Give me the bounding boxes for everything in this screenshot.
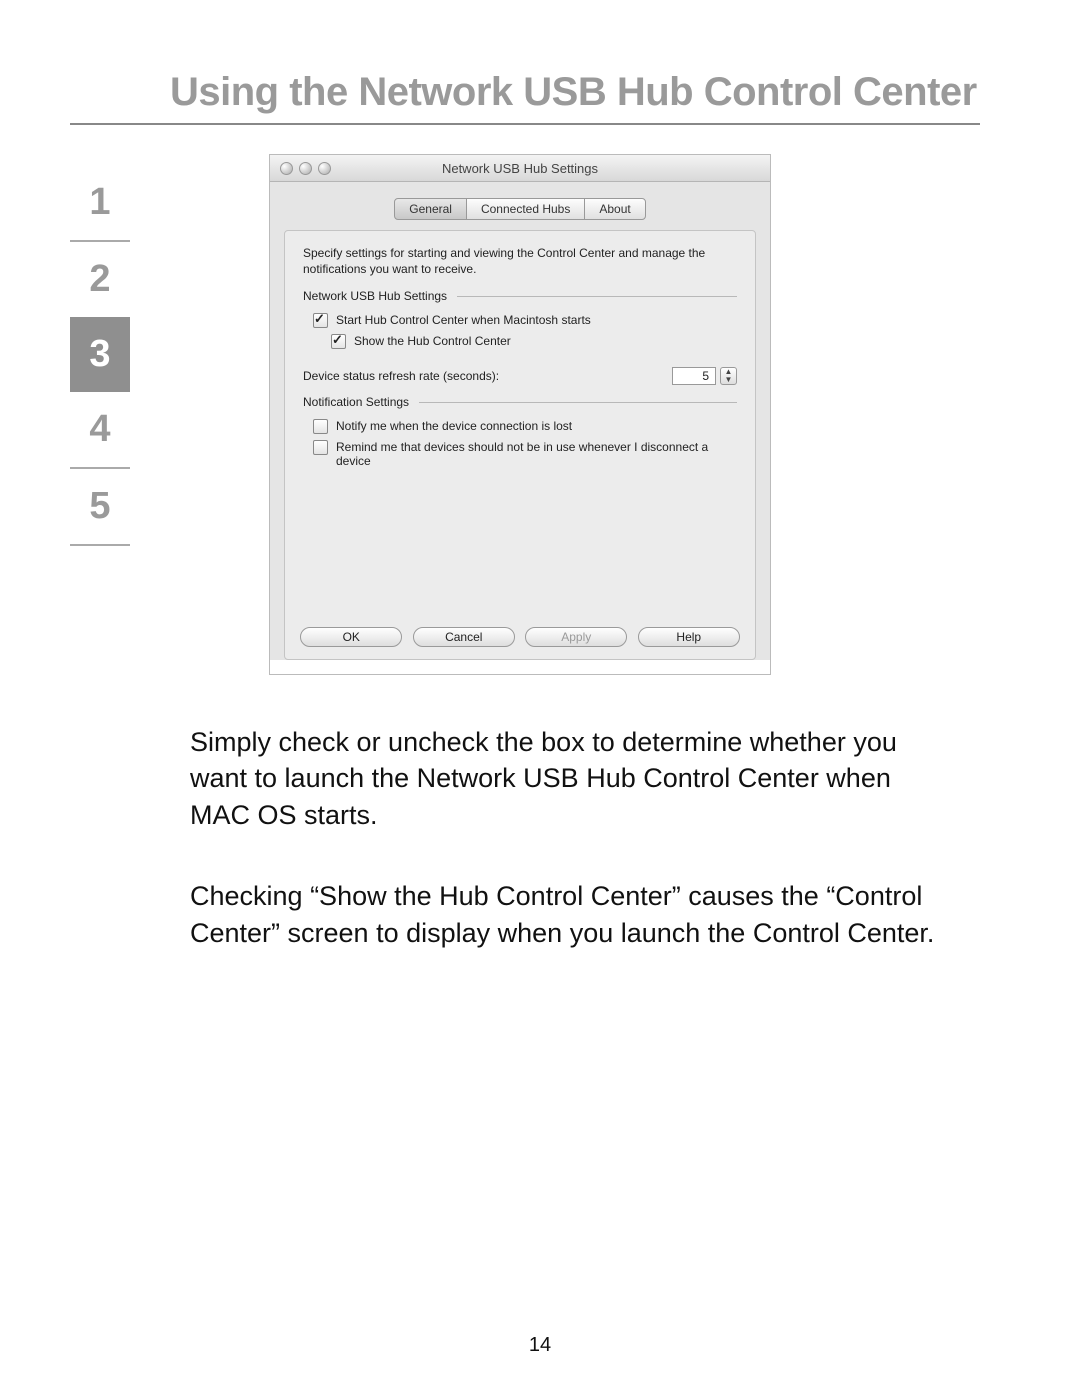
cancel-button[interactable]: Cancel bbox=[413, 627, 515, 647]
stepper-arrows[interactable]: ▲ ▼ bbox=[720, 367, 737, 385]
page-heading: Using the Network USB Hub Control Center bbox=[70, 70, 980, 125]
group-notification-label: Notification Settings bbox=[303, 395, 409, 409]
refresh-rate-label: Device status refresh rate (seconds): bbox=[303, 369, 499, 383]
window-title: Network USB Hub Settings bbox=[270, 161, 770, 176]
window-titlebar: Network USB Hub Settings bbox=[270, 155, 770, 182]
refresh-rate-value[interactable]: 5 bbox=[672, 367, 716, 385]
section-nav-item-3[interactable]: 3 bbox=[70, 317, 130, 392]
checkbox-start-on-login[interactable] bbox=[313, 313, 328, 328]
checkbox-start-on-login-label: Start Hub Control Center when Macintosh … bbox=[336, 313, 591, 327]
checkbox-remind-disconnect-label: Remind me that devices should not be in … bbox=[336, 440, 737, 468]
divider bbox=[419, 402, 737, 403]
checkbox-notify-lost[interactable] bbox=[313, 419, 328, 434]
help-button[interactable]: Help bbox=[638, 627, 740, 647]
section-nav: 1 2 3 4 5 bbox=[70, 165, 130, 546]
settings-window-screenshot: Network USB Hub Settings General Connect… bbox=[270, 155, 770, 674]
page-number: 14 bbox=[0, 1334, 1080, 1357]
apply-button[interactable]: Apply bbox=[525, 627, 627, 647]
section-nav-item-2[interactable]: 2 bbox=[70, 242, 130, 317]
general-panel: Specify settings for starting and viewin… bbox=[284, 230, 756, 660]
document-body-text: Simply check or uncheck the box to deter… bbox=[190, 724, 950, 951]
section-nav-item-5[interactable]: 5 bbox=[70, 469, 130, 546]
checkbox-show-control-center-label: Show the Hub Control Center bbox=[354, 334, 511, 348]
body-paragraph-2: Checking “Show the Hub Control Center” c… bbox=[190, 878, 950, 951]
refresh-rate-stepper[interactable]: 5 ▲ ▼ bbox=[672, 367, 737, 385]
group-hub-settings-label: Network USB Hub Settings bbox=[303, 289, 447, 303]
section-nav-item-1[interactable]: 1 bbox=[70, 165, 130, 242]
tab-bar: General Connected Hubs About bbox=[270, 182, 770, 230]
tab-about[interactable]: About bbox=[584, 198, 645, 220]
checkbox-remind-disconnect[interactable] bbox=[313, 440, 328, 455]
divider bbox=[457, 296, 737, 297]
chevron-down-icon[interactable]: ▼ bbox=[721, 376, 736, 384]
panel-intro: Specify settings for starting and viewin… bbox=[303, 245, 737, 277]
tab-general[interactable]: General bbox=[394, 198, 467, 220]
ok-button[interactable]: OK bbox=[300, 627, 402, 647]
checkbox-show-control-center[interactable] bbox=[331, 334, 346, 349]
section-nav-item-4[interactable]: 4 bbox=[70, 392, 130, 469]
body-paragraph-1: Simply check or uncheck the box to deter… bbox=[190, 724, 950, 833]
tab-connected-hubs[interactable]: Connected Hubs bbox=[466, 198, 585, 220]
checkbox-notify-lost-label: Notify me when the device connection is … bbox=[336, 419, 572, 433]
